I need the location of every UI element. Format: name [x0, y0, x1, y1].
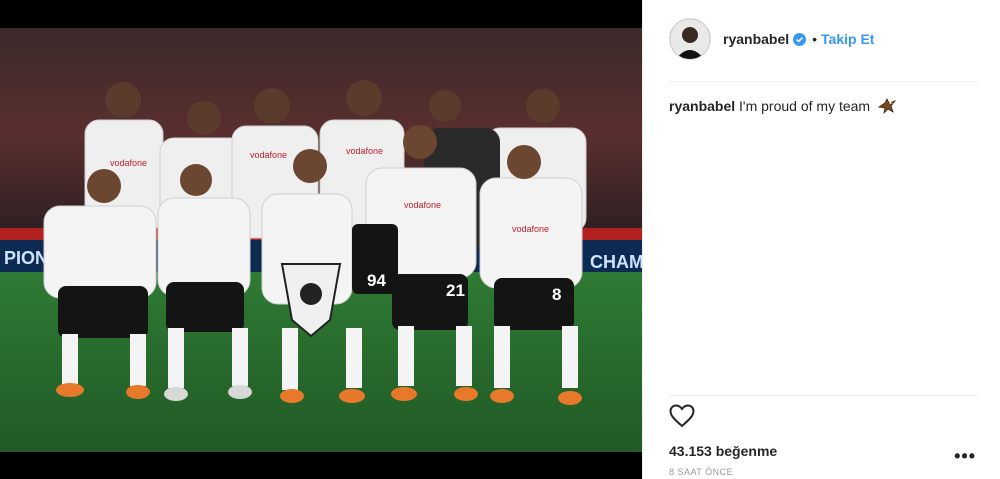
caption-username[interactable]: ryanbabel [669, 98, 735, 114]
post-sidebar: ryanbabel • Takip Et ryanbabel I'm proud… [642, 0, 1000, 479]
post-photo[interactable]: PIONS CHAM 94 21 8 vodafone vodafone vod… [0, 28, 642, 452]
sponsor-text: vodafone [404, 200, 441, 210]
post-caption: ryanbabel I'm proud of my team [669, 97, 897, 118]
post-timestamp: 8 SAAT ÖNCE [669, 467, 734, 477]
post-author-username[interactable]: ryanbabel [723, 31, 789, 47]
avatar-image [670, 19, 710, 59]
shirt-number-94: 94 [367, 271, 386, 290]
header-divider [669, 81, 978, 82]
shirt-number-21: 21 [446, 281, 465, 300]
actions-divider [669, 395, 978, 396]
verified-badge-icon [793, 32, 807, 46]
more-options-icon[interactable]: ••• [954, 446, 976, 467]
likes-count[interactable]: 43.153 beğenme [669, 443, 777, 459]
follow-button[interactable]: Takip Et [821, 31, 874, 47]
post-media-pane: PIONS CHAM 94 21 8 vodafone vodafone vod… [0, 0, 642, 479]
sponsor-text: vodafone [250, 150, 287, 160]
header-separator: • [812, 31, 818, 47]
eagle-emoji-icon [877, 98, 897, 118]
post-header: ryanbabel • Takip Et [669, 18, 874, 60]
caption-text: I'm proud of my team [739, 98, 871, 114]
team-photo-illustration: PIONS CHAM 94 21 8 vodafone vodafone vod… [0, 28, 642, 452]
heart-outline-icon[interactable] [669, 404, 697, 430]
avatar[interactable] [669, 18, 711, 60]
sponsor-text: vodafone [512, 224, 549, 234]
shirt-number-8: 8 [552, 285, 561, 304]
sponsor-text: vodafone [110, 158, 147, 168]
ad-board-right-text: CHAM [590, 252, 642, 272]
sponsor-text: vodafone [346, 146, 383, 156]
